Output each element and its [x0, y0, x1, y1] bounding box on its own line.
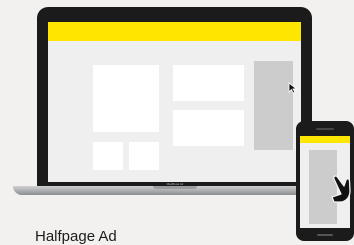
halfpage-ad-slot[interactable]: [254, 61, 293, 150]
hand-touch-icon: [331, 169, 354, 210]
laptop-screen: [48, 22, 301, 182]
ad-format-caption: Halfpage Ad: [35, 228, 117, 245]
laptop-notch: [153, 186, 197, 189]
page-header-bar: [48, 22, 301, 41]
content-block-small-right: [129, 142, 159, 170]
phone-header-bar: [300, 136, 350, 143]
content-block-top-right: [173, 65, 244, 101]
cursor-arrow-icon: [288, 81, 298, 99]
phone-home-indicator: [317, 234, 333, 236]
phone-speaker: [316, 128, 334, 130]
content-block-large: [93, 65, 159, 132]
content-block-small-left: [93, 142, 123, 170]
content-block-bottom-right: [173, 110, 244, 146]
